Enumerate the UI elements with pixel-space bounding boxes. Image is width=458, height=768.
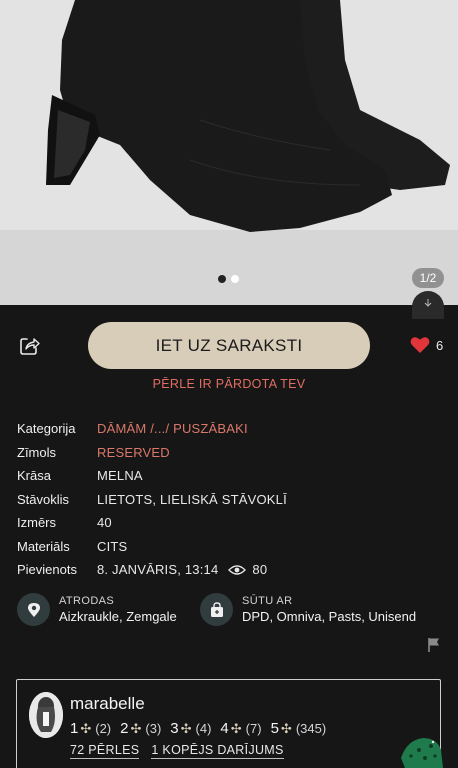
detail-row-material: Materiāls CITS [17, 535, 437, 559]
shipping-value: DPD, Omniva, Pasts, Unisend [242, 609, 417, 624]
likes-count: 6 [436, 337, 444, 353]
seller-card[interactable]: marabelle 1 ✣ (2) 2 ✣ (3) 3 ✣ (4) 4 ✣ (7… [16, 679, 443, 768]
rating-4: 4 ✣ (7) [220, 720, 261, 737]
go-to-list-button[interactable]: IET UZ SARAKSTI [88, 322, 370, 369]
sparkle-icon: ✣ [80, 720, 92, 736]
rating-count: (7) [245, 721, 262, 736]
rating-stars: 2 [120, 720, 129, 737]
gallery-dot-1[interactable] [218, 275, 226, 283]
location-label: ATRODAS [59, 595, 115, 607]
detail-label: Krāsa [17, 468, 51, 484]
detail-row-added: Pievienots 8. JANVĀRIS, 13:14 80 [17, 558, 437, 582]
detail-row-size: Izmērs 40 [17, 511, 437, 535]
detail-label: Pievienots [17, 562, 77, 578]
gallery-dots [218, 275, 239, 283]
detail-value: 8. JANVĀRIS, 13:14 [97, 562, 219, 578]
category-link[interactable]: DĀMĀM /.../ PUSZĀBAKI [97, 421, 248, 436]
detail-value: MELNA [97, 468, 143, 484]
seller-ratings: 1 ✣ (2) 2 ✣ (3) 3 ✣ (4) 4 ✣ (7) 5 ✣ (345… [70, 720, 326, 737]
like-button[interactable]: 6 [410, 336, 443, 354]
rating-2: 2 ✣ (3) [120, 720, 161, 737]
share-button[interactable] [18, 335, 40, 357]
sparkle-icon: ✣ [180, 720, 192, 736]
share-icon [20, 338, 40, 355]
rating-stars: 1 [70, 720, 79, 737]
rating-count: (3) [145, 721, 162, 736]
detail-label: Zīmols [17, 444, 56, 460]
product-photo[interactable]: 1/2 [0, 0, 458, 305]
rating-1: 1 ✣ (2) [70, 720, 111, 737]
location-value: Aizkraukle, Zemgale [59, 609, 177, 624]
brand-link[interactable]: RESERVED [97, 445, 170, 460]
detail-row-category: Kategorija DĀMĀM /.../ PUSZĀBAKI [17, 417, 437, 441]
heart-icon [410, 337, 430, 353]
detail-label: Kategorija [17, 421, 76, 437]
gallery-dot-2[interactable] [231, 275, 239, 283]
detail-value: 40 [97, 515, 112, 531]
sold-notice: PĒRLE IR PĀRDOTA TEV [152, 377, 306, 391]
detail-label: Materiāls [17, 538, 70, 554]
detail-row-brand: Zīmols RESERVED [17, 441, 437, 465]
shipping-label: SŪTU AR [242, 595, 293, 607]
eye-icon [228, 565, 247, 575]
detail-value: LIETOTS, LIELISKĀ STĀVOKLĪ [97, 491, 287, 507]
rating-5: 5 ✣ (345) [271, 720, 327, 737]
details-list: Kategorija DĀMĀM /.../ PUSZĀBAKI Zīmols … [17, 417, 437, 582]
shipping-block: SŪTU AR DPD, Omniva, Pasts, Unisend [200, 593, 416, 626]
detail-value: CITS [97, 538, 128, 554]
rating-count: (2) [95, 721, 112, 736]
scroll-down-button[interactable] [412, 291, 444, 319]
flag-icon [428, 638, 439, 652]
location-pin-icon [17, 593, 50, 626]
seller-name[interactable]: marabelle [70, 694, 145, 714]
rating-3: 3 ✣ (4) [170, 720, 211, 737]
location-block: ATRODAS Aizkraukle, Zemgale [17, 593, 177, 626]
chevron-down-icon [424, 299, 432, 307]
detail-row-color: Krāsa MELNA [17, 464, 437, 488]
seller-stats: 72 PĒRLES 1 KOPĒJS DARĪJUMS [70, 743, 284, 759]
rating-count: (4) [195, 721, 212, 736]
rating-count: (345) [295, 721, 327, 736]
detail-row-condition: Stāvoklis LIETOTS, LIELISKĀ STĀVOKLĪ [17, 488, 437, 512]
rating-stars: 4 [220, 720, 229, 737]
leopard-badge-icon [401, 738, 443, 768]
rating-stars: 3 [170, 720, 179, 737]
parcel-icon [200, 593, 233, 626]
report-button[interactable] [427, 637, 441, 653]
rating-stars: 5 [270, 720, 279, 737]
image-counter: 1/2 [412, 268, 444, 288]
sparkle-icon: ✣ [280, 720, 292, 736]
deals-link[interactable]: 1 KOPĒJS DARĪJUMS [151, 743, 284, 759]
sparkle-icon: ✣ [230, 720, 242, 736]
views-count: 80 [252, 562, 268, 578]
detail-label: Stāvoklis [17, 491, 70, 507]
pearls-link[interactable]: 72 PĒRLES [70, 743, 140, 759]
detail-label: Izmērs [17, 515, 56, 531]
sparkle-icon: ✣ [130, 720, 142, 736]
boot-image [0, 0, 458, 305]
avatar[interactable] [29, 692, 63, 738]
